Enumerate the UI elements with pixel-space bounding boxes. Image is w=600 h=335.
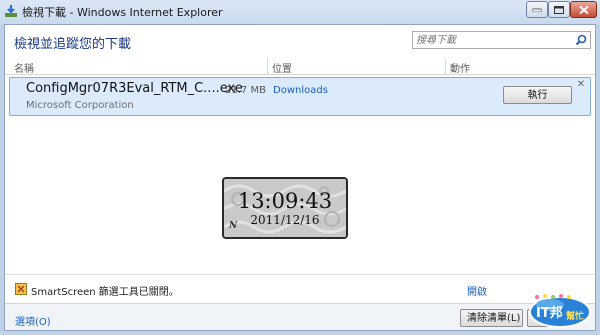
download-row[interactable]: ConfigMgr07R3Eval_RTM_C....exe Microsoft… (9, 77, 591, 116)
search-icon[interactable] (575, 34, 587, 46)
svg-text:幫忙: 幫忙 (566, 310, 584, 322)
smartscreen-divider (5, 274, 595, 275)
minimize-icon (532, 8, 542, 12)
shield-warning-icon (15, 283, 27, 295)
column-header-location[interactable]: 位置 (272, 60, 292, 75)
smartscreen-enable-link[interactable]: 開啟 (467, 283, 487, 298)
svg-text:IT邦: IT邦 (536, 305, 563, 321)
column-divider (445, 58, 446, 74)
title-bar: 檢視下載 - Windows Internet Explorer (0, 0, 600, 24)
maximize-icon (554, 5, 564, 14)
search-input[interactable] (416, 33, 566, 47)
file-publisher: Microsoft Corporation (26, 100, 134, 111)
clock-widget: 13:09:43 2011/12/16 N (222, 177, 348, 239)
file-location-link[interactable]: Downloads (273, 85, 328, 96)
close-icon (578, 5, 589, 14)
smartscreen-status: SmartScreen 篩選工具已關閉。 (31, 287, 179, 298)
clock-corner-mark: N (229, 221, 238, 231)
download-manager-panel: 檢視並追蹤您的下載 名稱 位置 動作 ConfigMgr07R3Eval_RTM… (4, 24, 596, 331)
clear-list-button[interactable]: 清除清單(L) (460, 309, 523, 327)
remove-download-icon[interactable]: ✕ (575, 79, 587, 91)
page-title: 檢視並追蹤您的下載 (14, 37, 132, 52)
minimize-button[interactable] (526, 1, 548, 18)
options-link[interactable]: 選項(O) (15, 313, 51, 328)
file-name: ConfigMgr07R3Eval_RTM_C....exe (26, 81, 243, 96)
search-box[interactable] (412, 31, 591, 49)
run-button[interactable]: 執行 (503, 86, 572, 104)
column-header-actions[interactable]: 動作 (450, 60, 470, 75)
header-divider (5, 74, 595, 75)
file-size: 21.7 MB (225, 85, 266, 96)
window-title: 檢視下載 - Windows Internet Explorer (22, 6, 223, 19)
column-header-name[interactable]: 名稱 (14, 60, 34, 75)
column-divider (267, 58, 268, 74)
footer-bar: 選項(O) 清除清單(L) (5, 304, 595, 330)
close-window-button[interactable] (570, 1, 597, 18)
download-app-icon (5, 5, 17, 17)
clock-time: 13:09:43 (237, 189, 333, 213)
clock-date: 2011/12/16 (250, 213, 320, 227)
maximize-button[interactable] (548, 1, 570, 18)
ithome-logo: IT邦 幫忙 (529, 294, 591, 328)
